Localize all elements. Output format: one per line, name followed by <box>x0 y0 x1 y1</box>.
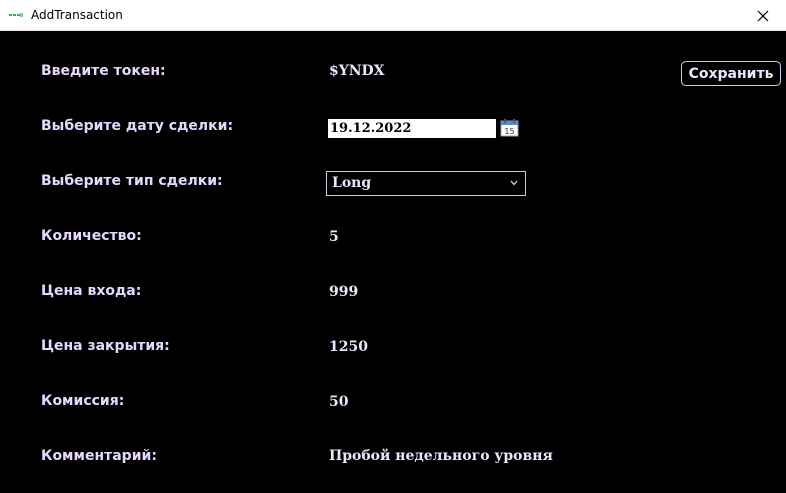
date-field[interactable]: 19.12.2022 <box>328 119 496 138</box>
date-label: Выберите дату сделки: <box>41 118 234 134</box>
entry-price-label: Цена входа: <box>41 283 142 299</box>
window-title: AddTransaction <box>31 8 123 22</box>
window-titlebar: AddTransaction <box>0 0 786 31</box>
app-icon <box>9 13 23 17</box>
token-value[interactable]: $YNDX <box>329 63 385 79</box>
comment-value[interactable]: Пробой недельного уровня <box>329 448 553 464</box>
chevron-down-icon <box>510 180 518 186</box>
calendar-icon[interactable]: 15 <box>500 118 519 137</box>
entry-price-value[interactable]: 999 <box>329 284 358 300</box>
save-button[interactable]: Сохранить <box>681 61 781 86</box>
commission-label: Комиссия: <box>41 393 125 409</box>
close-price-value[interactable]: 1250 <box>329 339 368 355</box>
quantity-value[interactable]: 5 <box>329 229 339 245</box>
type-select-value: Long <box>332 175 372 191</box>
token-label: Введите токен: <box>41 63 166 79</box>
type-label: Выберите тип сделки: <box>41 173 223 189</box>
type-select[interactable]: Long <box>326 171 526 196</box>
commission-value[interactable]: 50 <box>329 394 348 410</box>
close-button[interactable] <box>740 0 786 31</box>
close-icon <box>757 10 769 21</box>
calendar-day-text: 15 <box>504 127 514 136</box>
quantity-label: Количество: <box>41 228 142 244</box>
form-panel: Введите токен: $YNDX Сохранить Выберите … <box>0 31 786 493</box>
comment-label: Комментарий: <box>41 448 157 464</box>
date-value: 19.12.2022 <box>330 121 412 136</box>
close-price-label: Цена закрытия: <box>41 338 170 354</box>
